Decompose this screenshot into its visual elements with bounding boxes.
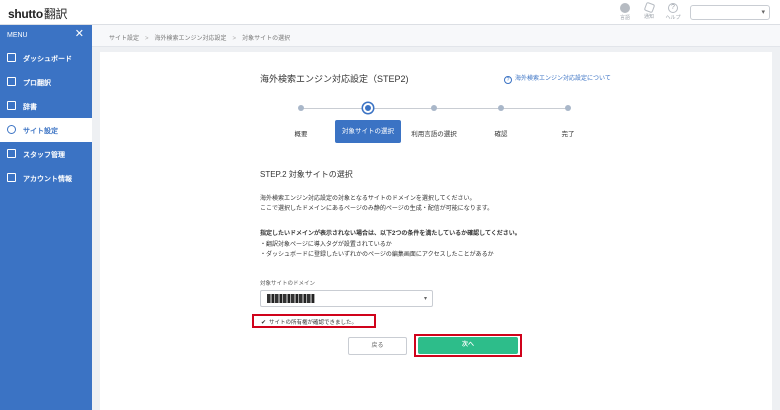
grid-icon — [7, 77, 16, 86]
notice-button[interactable]: 通知 — [638, 1, 660, 20]
step-label-complete: 完了 — [561, 131, 575, 138]
language-button[interactable]: 言語 — [614, 3, 636, 21]
help-label: ヘルプ — [665, 15, 681, 21]
close-icon[interactable]: ✕ — [75, 29, 84, 40]
sidebar-item-site-settings[interactable]: サイト設定 — [0, 118, 92, 142]
help-link[interactable]: ? 海外検索エンジン対応設定について — [504, 73, 611, 84]
step-dot — [498, 105, 504, 111]
ownership-verified-message: ✔ サイトの所有権が確認できました。 — [252, 314, 376, 328]
step-dot — [298, 105, 304, 111]
sidebar-item-label: プロ翻訳 — [23, 80, 51, 87]
menu-label: MENU — [7, 32, 28, 39]
logo-text: shutto — [8, 7, 43, 21]
top-bar: shutto翻訳 言語 通知 ? ヘルプ ▾ — [0, 0, 780, 25]
sidebar-item-label: 辞書 — [23, 104, 37, 111]
app-logo[interactable]: shutto翻訳 — [8, 5, 68, 22]
section-title: STEP.2 対象サイトの選択 — [260, 170, 353, 179]
logo-subtext: 翻訳 — [43, 7, 68, 21]
sidebar-item-account[interactable]: アカウント情報 — [0, 166, 92, 190]
help-link-text: 海外検索エンジン対応設定について — [515, 76, 611, 82]
book-icon — [7, 101, 16, 110]
description-text: 海外検索エンジン対応設定の対象となるサイトのドメインを選択してください。 — [260, 196, 476, 202]
next-button[interactable]: 次へ — [418, 337, 518, 354]
sidebar-item-label: サイト設定 — [23, 128, 58, 135]
language-icon — [620, 3, 630, 13]
account-select[interactable]: ▾ — [690, 5, 770, 20]
sidebar-item-label: スタッフ管理 — [23, 152, 65, 159]
help-icon: ? — [668, 3, 678, 13]
back-button[interactable]: 戻る — [348, 337, 407, 355]
note-item: ・ダッシュボードに登録したいずれかのページの編集画面にアクセスしたことがあるか — [260, 252, 494, 258]
domain-field-label: 対象サイトのドメイン — [260, 281, 316, 287]
document-icon — [7, 173, 16, 182]
menu-header: MENU ✕ — [0, 25, 92, 46]
staff-icon — [7, 149, 16, 158]
chevron-right-icon: > — [232, 36, 237, 42]
step-label-confirm: 確認 — [494, 131, 508, 138]
domain-select[interactable]: ▾ — [260, 290, 433, 307]
sidebar: MENU ✕ ダッシュボード プロ翻訳 辞書 サイト設定 スタッフ管理 アカウン… — [0, 25, 92, 410]
chevron-right-icon: > — [145, 36, 149, 42]
main-card: 海外検索エンジン対応設定（STEP2) ? 海外検索エンジン対応設定について 概要… — [100, 52, 772, 410]
home-icon — [7, 53, 16, 62]
gear-icon — [7, 125, 16, 134]
breadcrumb: サイト設定 > 海外検索エンジン対応設定 > 対象サイトの選択 — [92, 25, 780, 47]
breadcrumb-item-current: 対象サイトの選択 — [242, 36, 291, 42]
step-dot — [565, 105, 571, 111]
step-dot-active — [363, 103, 373, 113]
notice-label: 通知 — [643, 14, 654, 20]
sidebar-item-pro-translation[interactable]: プロ翻訳 — [0, 70, 92, 94]
notice-icon — [643, 1, 655, 14]
page-title: 海外検索エンジン対応設定（STEP2) — [260, 74, 409, 84]
help-button[interactable]: ? ヘルプ — [662, 3, 684, 21]
step-dot — [431, 105, 437, 111]
sidebar-item-label: アカウント情報 — [23, 176, 72, 183]
step-label-overview: 概要 — [294, 131, 308, 138]
chevron-down-icon: ▾ — [423, 296, 427, 302]
step-label-target-site: 対象サイトの選択 — [335, 120, 401, 143]
note-heading: 指定したいドメインが表示されない場合は、以下2つの条件を満たしているか確認してく… — [260, 231, 521, 237]
domain-select-value-redacted — [267, 294, 315, 303]
question-icon: ? — [504, 76, 512, 84]
description-text: ここで選択したドメインにあるページのみ静的ページの生成・配信が可能になります。 — [260, 206, 494, 212]
sidebar-item-dictionary[interactable]: 辞書 — [0, 94, 92, 118]
sidebar-item-staff[interactable]: スタッフ管理 — [0, 142, 92, 166]
sidebar-item-dashboard[interactable]: ダッシュボード — [0, 46, 92, 70]
check-icon: ✔ — [261, 320, 267, 326]
note-item: ・翻訳対象ページに導入タグが設置されているか — [260, 242, 392, 248]
step-label-language: 利用言語の選択 — [411, 131, 457, 138]
sidebar-item-label: ダッシュボード — [23, 56, 72, 63]
verified-text: サイトの所有権が確認できました。 — [269, 320, 358, 326]
chevron-down-icon: ▾ — [761, 9, 765, 16]
breadcrumb-item[interactable]: 海外検索エンジン対応設定 — [155, 36, 227, 42]
language-label: 言語 — [619, 15, 630, 21]
breadcrumb-item[interactable]: サイト設定 — [109, 36, 139, 42]
